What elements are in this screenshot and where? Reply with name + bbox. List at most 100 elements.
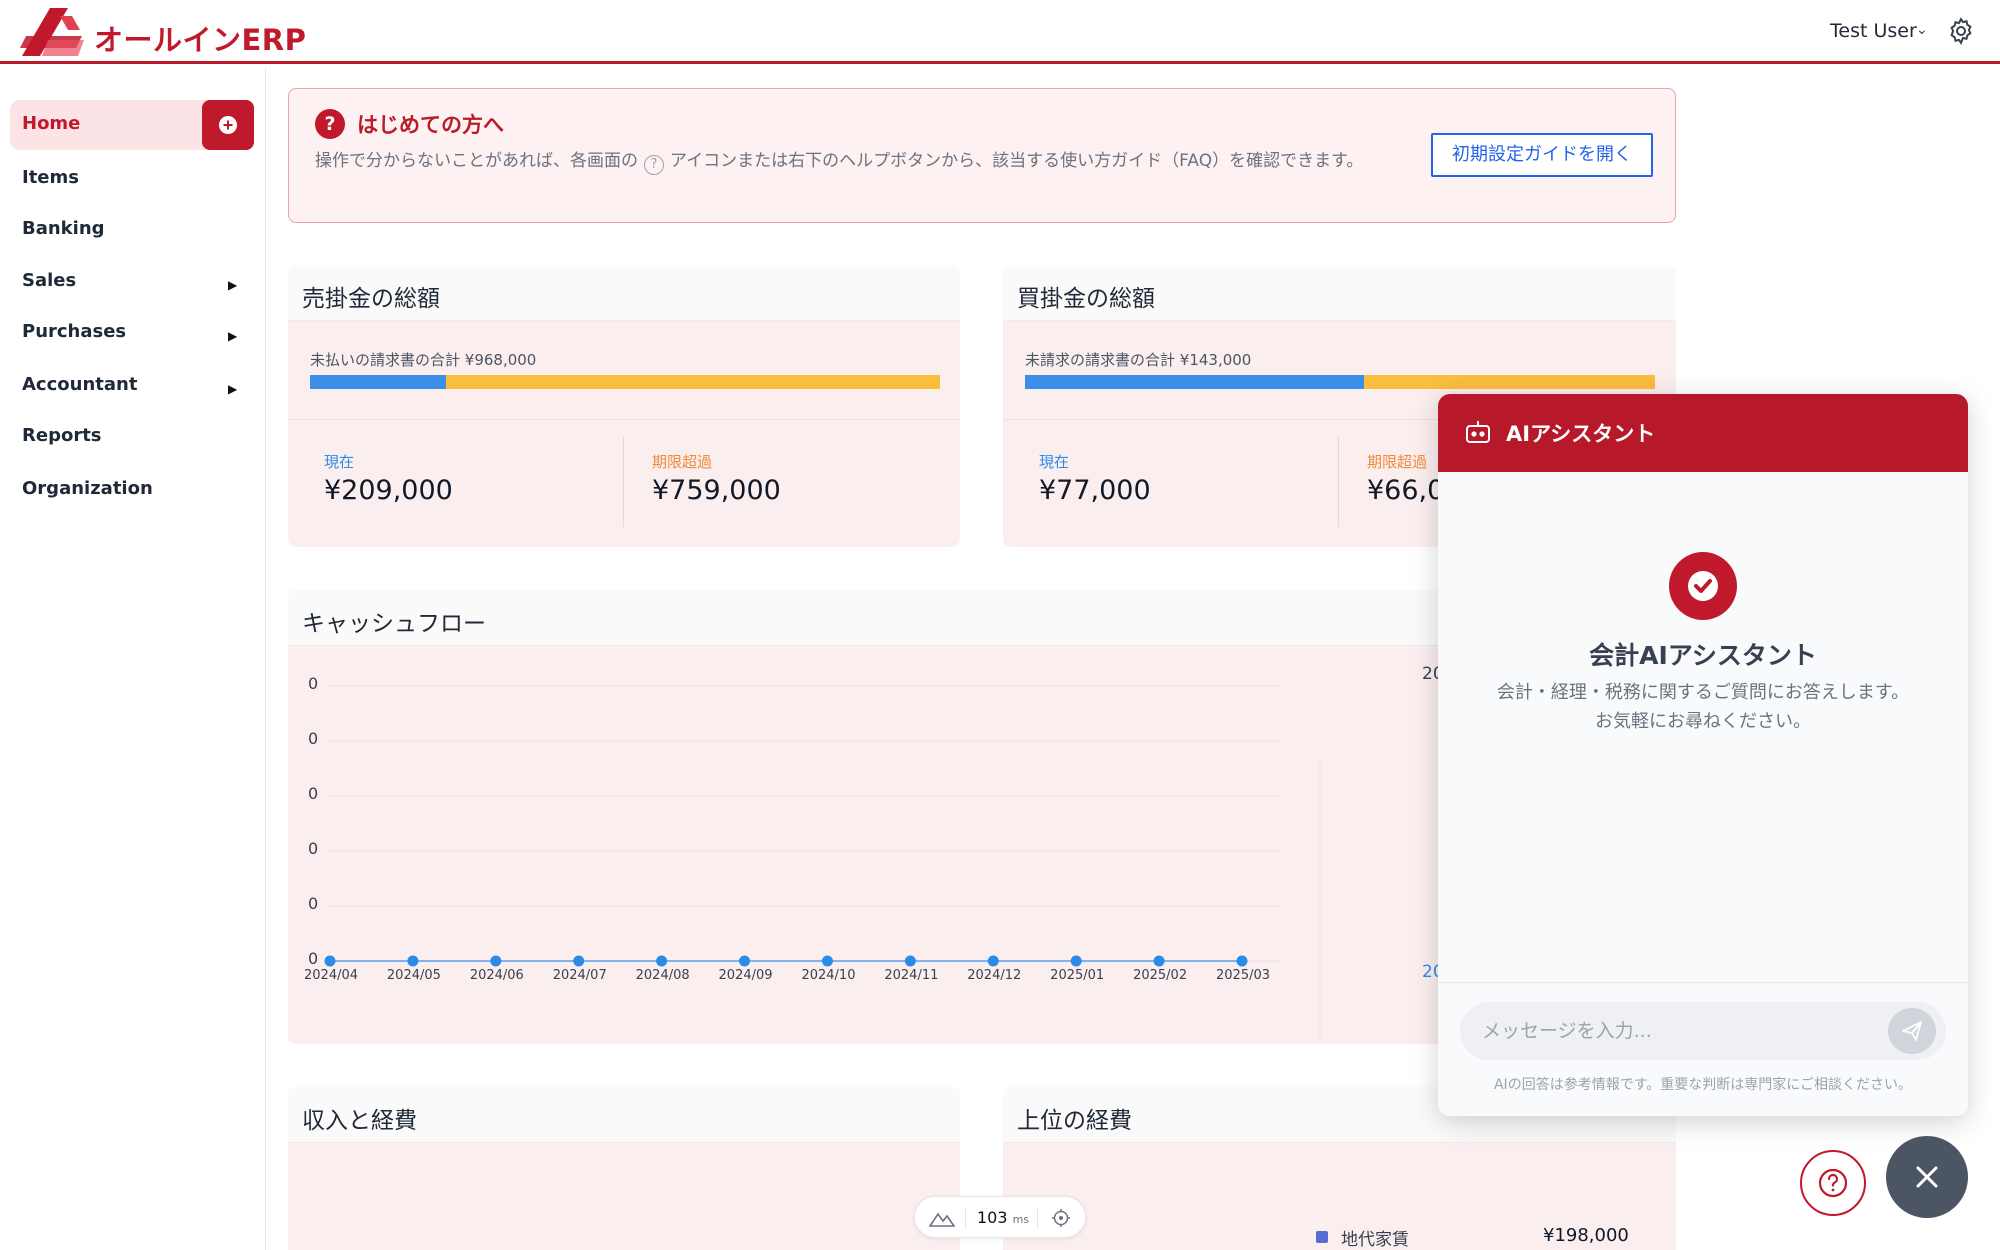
receivables-subtitle: 未払いの請求書の合計 ¥968,000 [310, 351, 537, 369]
expense-item-label: 地代家賃 [1341, 1230, 1409, 1250]
performance-indicator[interactable]: 103 ms [914, 1196, 1086, 1238]
sidebar-item-organization[interactable]: Organization [22, 478, 153, 499]
overdue-value: ¥759,000 [652, 475, 781, 506]
ai-disclaimer: AIの回答は参考情報です。重要な判断は専門家にご相談ください。 [1493, 1077, 1913, 1093]
card-title: 収入と経費 [302, 1108, 417, 1134]
chevron-right-icon[interactable]: ▶ [228, 278, 237, 292]
x-axis-label: 2024/11 [884, 968, 939, 983]
card-title: 売掛金の総額 [302, 286, 440, 312]
receivables-progress-bar [310, 375, 940, 389]
expense-item-value: ¥198,000 [1543, 1225, 1629, 1246]
data-point[interactable] [573, 955, 585, 967]
current-value: ¥209,000 [324, 475, 453, 506]
sidebar-item-accountant[interactable]: Accountant [22, 374, 137, 395]
data-point[interactable] [739, 955, 751, 967]
perf-number: 103 [977, 1208, 1008, 1227]
data-point[interactable] [490, 955, 502, 967]
data-point[interactable] [1070, 955, 1082, 967]
x-axis-label: 2024/10 [801, 968, 856, 983]
top-header: オールインERP Test User ⌄ [0, 0, 2000, 64]
chevron-right-icon[interactable]: ▶ [228, 329, 237, 343]
notice-title: はじめての方へ [357, 113, 504, 137]
ai-assistant-panel: AIアシスタント 会計AIアシスタント 会計・経理・税務に関するご質問にお答えし… [1438, 394, 1968, 1116]
gear-icon[interactable] [1946, 16, 1976, 46]
overdue-label: 期限超過 [1367, 453, 1428, 471]
close-chat-button[interactable] [1886, 1136, 1968, 1218]
income-expense-card: 収入と経費 [288, 1087, 960, 1250]
overdue-label: 期限超過 [652, 453, 713, 471]
plus-circle-icon [219, 116, 237, 134]
x-axis-label: 2024/04 [304, 968, 359, 983]
data-point[interactable] [324, 955, 336, 967]
divider [965, 1207, 966, 1229]
current-value: ¥77,000 [1039, 475, 1151, 506]
open-setup-guide-button[interactable]: 初期設定ガイドを開く [1431, 133, 1653, 177]
send-icon [1902, 1021, 1922, 1041]
ai-panel-header: AIアシスタント [1438, 394, 1968, 472]
notice-text: 操作で分からないことがあれば、各画面の? アイコンまたは右下のヘルプボタンから、該… [315, 147, 1425, 176]
divider [1338, 437, 1339, 527]
x-axis-label: 2025/03 [1216, 968, 1271, 983]
sidebar-item-label: Home [22, 113, 81, 134]
divider [1438, 982, 1968, 983]
data-point[interactable] [1236, 955, 1248, 967]
sidebar-item-banking[interactable]: Banking [22, 218, 105, 239]
divider [288, 419, 960, 420]
current-label: 現在 [324, 453, 355, 471]
data-point[interactable] [904, 955, 916, 967]
sidebar-item-items[interactable]: Items [22, 167, 79, 188]
check-circle-icon [1669, 552, 1737, 620]
notice-text-after: アイコンまたは右下のヘルプボタンから、該当する使い方ガイド（FAQ）を確認できま… [670, 151, 1364, 171]
data-point[interactable] [1153, 955, 1165, 967]
card-header: 収入と経費 [288, 1087, 960, 1143]
help-inline-icon: ? [644, 155, 664, 175]
x-axis-label: 2024/07 [552, 968, 607, 983]
chevron-right-icon[interactable]: ▶ [228, 382, 237, 396]
current-segment [310, 375, 446, 389]
add-button[interactable] [202, 100, 254, 150]
user-name[interactable]: Test User [1830, 20, 1917, 42]
logo-icon[interactable] [20, 6, 86, 58]
x-axis-label: 2024/09 [718, 968, 773, 983]
target-icon[interactable] [1051, 1208, 1071, 1228]
ai-panel-title: AIアシスタント [1506, 422, 1656, 446]
data-point[interactable] [987, 955, 999, 967]
message-input[interactable] [1460, 1002, 1946, 1060]
perf-unit: ms [1012, 1213, 1030, 1226]
divider [1037, 1207, 1038, 1229]
chevron-down-icon[interactable]: ⌄ [1916, 22, 1928, 38]
mountain-icon [929, 1212, 955, 1227]
receivables-card: 売掛金の総額 未払いの請求書の合計 ¥968,000 現在 ¥209,000 期… [288, 265, 960, 547]
payables-subtitle: 未請求の請求書の合計 ¥143,000 [1025, 351, 1252, 369]
card-title: 買掛金の総額 [1017, 286, 1155, 312]
sidebar-item-purchases[interactable]: Purchases [22, 321, 126, 342]
sidebar-item-sales[interactable]: Sales [22, 270, 76, 291]
x-axis-label: 2024/05 [386, 968, 441, 983]
help-button[interactable] [1800, 1150, 1866, 1216]
sidebar-item-reports[interactable]: Reports [22, 425, 102, 446]
sidebar-item-home[interactable]: Home [10, 100, 254, 150]
overdue-segment [1364, 375, 1655, 389]
x-axis-label: 2025/02 [1133, 968, 1188, 983]
assistant-description: 会計・経理・税務に関するご質問にお答えします。お気軽にお尋ねください。 [1496, 682, 1910, 732]
send-button[interactable] [1888, 1008, 1936, 1054]
card-header: 売掛金の総額 [288, 265, 960, 321]
sidebar: Home Items Banking Sales ▶ Purchases ▶ A… [0, 67, 266, 1250]
data-point[interactable] [407, 955, 419, 967]
data-point[interactable] [821, 955, 833, 967]
payables-progress-bar [1025, 375, 1655, 389]
brand-name: オールインERP [94, 23, 307, 57]
help-circle-icon [1818, 1168, 1848, 1198]
first-time-notice: ? はじめての方へ 操作で分からないことがあれば、各画面の? アイコンまたは右下の… [288, 88, 1676, 223]
help-circle-icon: ? [315, 109, 345, 139]
assistant-name: 会計AIアシスタント [1589, 641, 1817, 670]
robot-icon [1466, 421, 1490, 443]
perf-value: 103 ms [977, 1208, 1029, 1227]
divider [623, 437, 624, 527]
current-label: 現在 [1039, 453, 1070, 471]
data-point[interactable] [656, 955, 668, 967]
x-axis-label: 2024/06 [469, 968, 524, 983]
overdue-segment [446, 375, 940, 389]
close-icon [1916, 1166, 1938, 1188]
x-axis-label: 2025/01 [1050, 968, 1105, 983]
